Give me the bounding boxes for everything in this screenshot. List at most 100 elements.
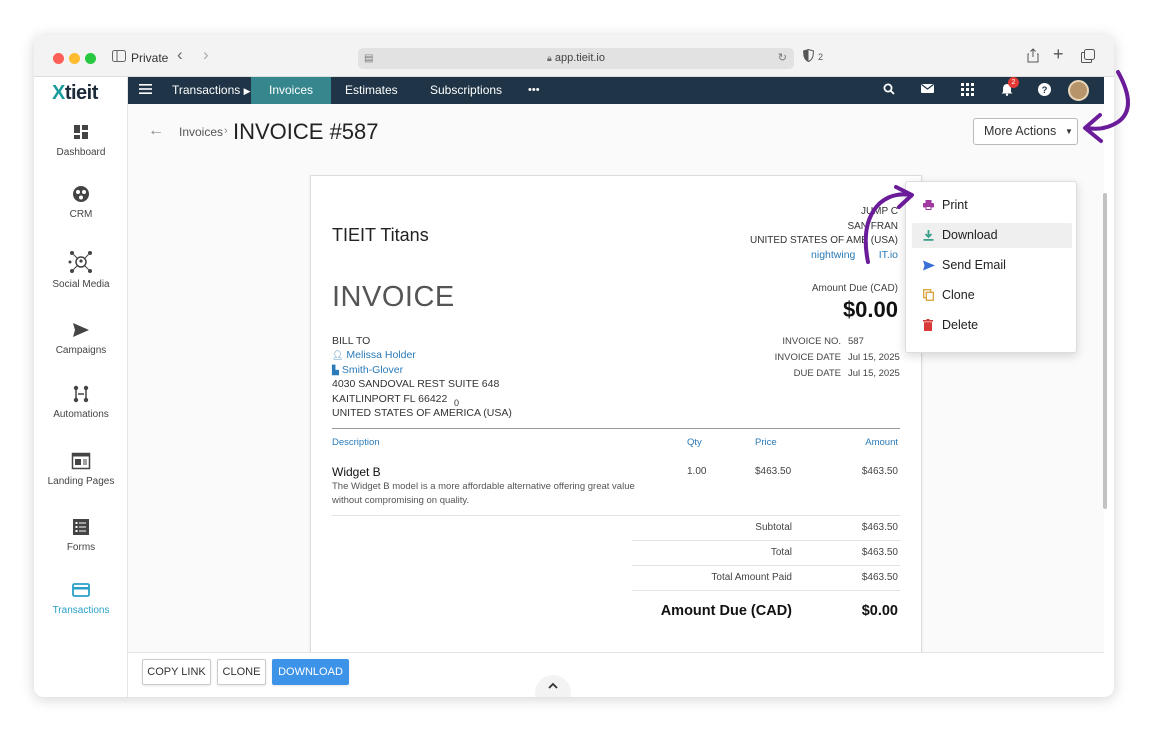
line-item-amount: $463.50 — [861, 466, 898, 477]
page-settings-icon[interactable]: ▤ — [364, 48, 373, 69]
divider — [332, 515, 900, 516]
line-item-qty: 1.00 — [687, 466, 707, 477]
shield-count: 2 — [818, 52, 824, 62]
apps-grid-icon[interactable] — [961, 83, 974, 99]
search-icon[interactable] — [883, 83, 895, 98]
user-avatar[interactable] — [1068, 80, 1089, 101]
send-email-icon — [923, 253, 935, 278]
social-media-icon — [68, 251, 92, 273]
nav-subscriptions[interactable]: Subscriptions — [430, 77, 502, 104]
notification-badge: 2 — [1008, 77, 1019, 88]
company-email-link[interactable]: nightwing IT.io — [811, 249, 898, 261]
scroll-up-button[interactable] — [535, 675, 571, 697]
download-button[interactable]: DOWNLOAD — [272, 659, 349, 685]
clone-button[interactable]: CLONE — [217, 659, 266, 685]
url-text: app.tieit.io — [554, 52, 605, 64]
minimize-window-button[interactable] — [69, 53, 80, 64]
person-icon: 👤︎ — [332, 350, 344, 360]
page-title: INVOICE #587 — [233, 119, 379, 144]
caret-down-icon: ▼ — [1065, 127, 1073, 136]
sidebar-item-label: Forms — [66, 542, 96, 553]
nav-invoices[interactable]: Invoices — [251, 77, 332, 104]
line-item-price: $463.50 — [755, 466, 792, 477]
forms-icon — [73, 519, 89, 535]
sidebar-item-landing-pages[interactable]: Landing Pages — [34, 451, 128, 487]
invoice-number-label: INVOICE NO. — [782, 336, 841, 347]
column-price: Price — [755, 437, 777, 448]
mail-icon[interactable] — [921, 83, 934, 97]
due-date-label: DUE DATE — [793, 368, 841, 379]
sidebar-item-label: Dashboard — [56, 147, 106, 158]
sidebar-toggle-icon[interactable] — [112, 50, 126, 64]
company-address-line1: JUMP C — [860, 206, 898, 217]
menu-item-download[interactable]: Download — [912, 223, 1072, 248]
reload-icon[interactable]: ↻ — [778, 48, 787, 69]
line-item-description: The Widget B model is a more affordable … — [332, 481, 635, 506]
invoice-date-label: INVOICE DATE — [774, 352, 841, 363]
sidebar-item-label: Transactions — [52, 605, 110, 616]
building-icon: ▙ — [332, 365, 339, 375]
amount-due-total-label: Amount Due (CAD) — [660, 603, 792, 619]
bill-to-street: 4030 SANDOVAL REST SUITE 648 — [332, 378, 500, 390]
copy-link-button[interactable]: COPY LINK — [142, 659, 211, 685]
crm-icon — [73, 186, 89, 202]
subtotal-label: Subtotal — [755, 522, 792, 533]
sidebar-item-forms[interactable]: Forms — [34, 517, 128, 553]
amount-due-total-value: $0.00 — [861, 603, 898, 619]
sidebar-item-label: Automations — [53, 409, 109, 420]
svg-text:?: ? — [1042, 85, 1048, 96]
divider — [632, 590, 900, 591]
nav-more[interactable]: ••• — [528, 77, 540, 104]
sidebar-item-crm[interactable]: CRM — [34, 184, 128, 220]
nav-estimates[interactable]: Estimates — [345, 77, 398, 104]
sidebar-item-label: Landing Pages — [47, 476, 115, 487]
sidebar-item-campaigns[interactable]: Campaigns — [34, 320, 128, 356]
nav-transactions[interactable]: Transactions ▶ — [172, 77, 251, 104]
amount-paid-value: $463.50 — [861, 572, 898, 583]
address-bar[interactable]: ▤ 🔒︎ app.tieit.io ↻ — [358, 48, 794, 69]
lock-icon: 🔒︎ — [546, 53, 552, 63]
shield-icon[interactable] — [802, 48, 815, 64]
top-navigation: Transactions ▶ Invoices Estimates Subscr… — [128, 77, 1104, 104]
total-label: Total — [770, 547, 792, 558]
divider — [632, 565, 900, 566]
bill-to-contact-link[interactable]: 👤︎ Melissa Holder — [332, 349, 416, 361]
forward-icon[interactable]: › — [203, 46, 209, 63]
tabs-overview-icon[interactable] — [1081, 49, 1095, 65]
menu-icon[interactable] — [139, 83, 152, 98]
close-window-button[interactable] — [53, 53, 64, 64]
invoice-date: Jul 15, 2025 — [848, 352, 900, 363]
download-icon — [923, 223, 934, 248]
bill-to-company-link[interactable]: ▙ Smith-Glover — [332, 364, 403, 376]
dashboard-icon — [74, 125, 88, 139]
zoom-window-button[interactable] — [85, 53, 96, 64]
breadcrumb-separator-icon: › — [224, 125, 228, 137]
share-icon[interactable] — [1027, 48, 1039, 65]
amount-due-value: $0.00 — [842, 297, 898, 322]
sidebar-item-dashboard[interactable]: Dashboard — [34, 122, 128, 158]
amount-due-label: Amount Due (CAD) — [811, 283, 898, 294]
more-actions-button[interactable]: More Actions ▼ — [973, 118, 1078, 145]
total-value: $463.50 — [861, 547, 898, 558]
back-arrow-icon[interactable]: ← — [148, 122, 164, 140]
bill-to-country: UNITED STATES OF AMERICA (USA) — [332, 407, 512, 419]
breadcrumb-invoices[interactable]: Invoices — [179, 125, 223, 139]
send-icon — [73, 323, 89, 337]
sidebar-item-transactions[interactable]: Transactions — [34, 580, 128, 616]
menu-item-delete[interactable]: Delete — [912, 313, 1072, 338]
browser-toolbar: Private ‹ › ▤ 🔒︎ app.tieit.io ↻ 2 + — [34, 35, 1114, 77]
new-tab-icon[interactable]: + — [1053, 45, 1064, 63]
menu-item-clone[interactable]: Clone — [912, 283, 1072, 308]
back-icon[interactable]: ‹ — [177, 46, 183, 63]
sidebar-item-automations[interactable]: Automations — [34, 384, 128, 420]
page-scrollbar[interactable] — [1103, 193, 1107, 509]
help-icon[interactable]: ? — [1038, 83, 1051, 99]
menu-item-send-email[interactable]: Send Email — [912, 253, 1072, 278]
company-address-line2: SAN FRAN — [847, 221, 898, 232]
divider — [332, 428, 900, 429]
menu-item-print[interactable]: Print — [912, 193, 1072, 218]
private-label: Private — [131, 51, 169, 65]
amount-paid-label: Total Amount Paid — [711, 572, 792, 583]
sidebar-item-social-media[interactable]: Social Media — [34, 249, 128, 290]
tieit-logo[interactable]: Xtieit — [52, 82, 98, 105]
